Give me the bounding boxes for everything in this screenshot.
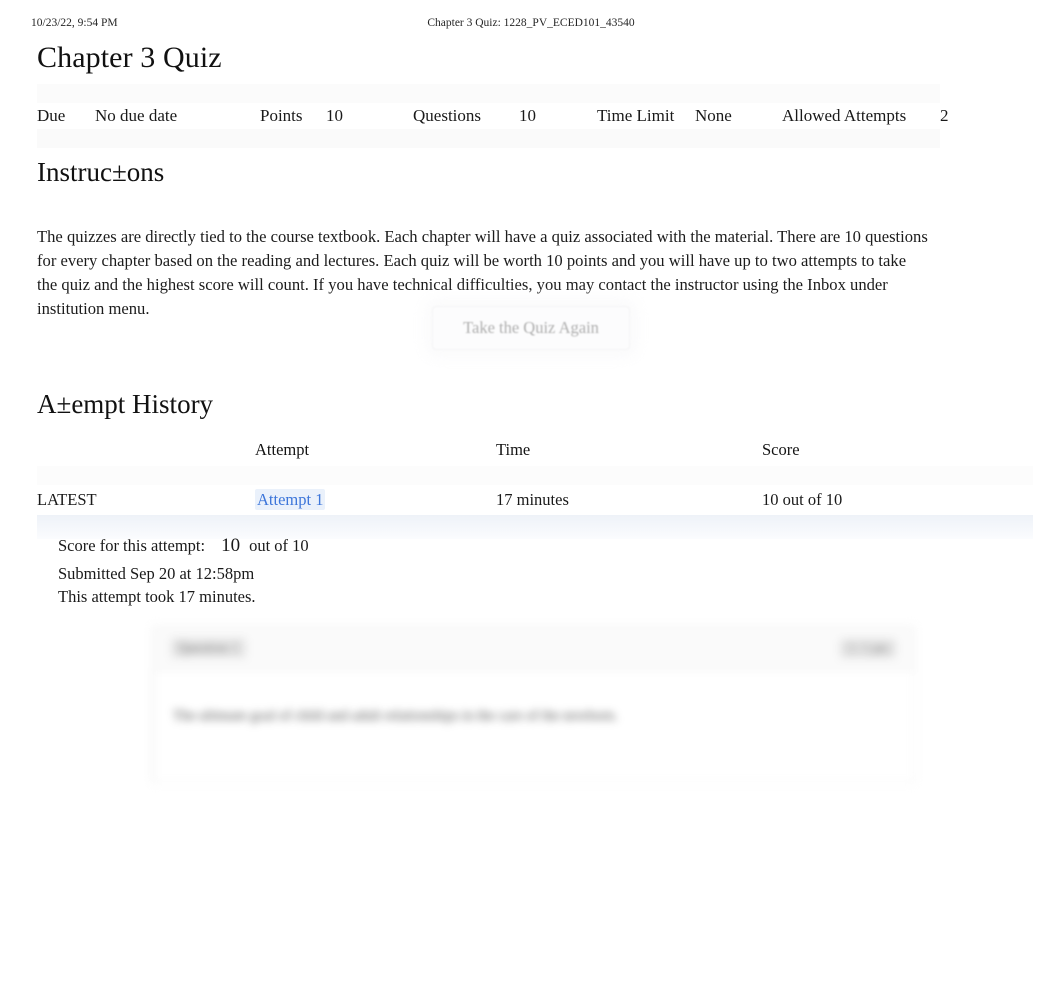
- column-header-marker: [37, 432, 255, 466]
- question-card-body: The ultimate goal of child and adult rel…: [153, 670, 914, 782]
- pad-cell: [37, 466, 1033, 485]
- attempt-time-cell: 17 minutes: [496, 490, 569, 509]
- attempt-duration: This attempt took 17 minutes.: [58, 587, 256, 606]
- attempt-history-heading: A±empt History: [37, 389, 214, 419]
- question-points-pill: 1 / 1 pts: [840, 639, 896, 658]
- meta-questions-label: Questions: [413, 106, 481, 125]
- score-label: Score for this attempt:: [58, 536, 206, 555]
- take-quiz-again-button[interactable]: Take the Quiz Again: [432, 306, 630, 350]
- column-header-time: Time: [496, 440, 531, 459]
- score-suffix: out of 10: [249, 536, 309, 555]
- attempt-history-table: Attempt Time Score LATEST Attempt 1 17 m…: [37, 432, 1033, 539]
- meta-questions-value: 10: [519, 106, 536, 125]
- column-header-score: Score: [762, 440, 800, 459]
- table-row: LATEST Attempt 1 17 minutes 10 out of 10: [37, 485, 1033, 515]
- column-header-attempt: Attempt: [255, 440, 310, 459]
- attempt-latest-marker: LATEST: [37, 490, 97, 509]
- attempt-history-header-row: Attempt Time Score: [37, 432, 1033, 466]
- meta-spacer-bottom: [37, 129, 940, 148]
- meta-time-limit-label: Time Limit: [597, 106, 675, 125]
- question-label: Question 1: [171, 638, 246, 658]
- instructions-heading: Instruc±ons: [37, 157, 165, 187]
- attempt-link-cell: Attempt 1: [255, 485, 496, 515]
- attempt-score-cell: 10 out of 10: [762, 490, 843, 509]
- question-text: The ultimate goal of child and adult rel…: [173, 708, 618, 724]
- page-title: Chapter 3 Quiz: [37, 41, 222, 74]
- question-card: Question 1 1 / 1 pts The ultimate goal o…: [152, 626, 915, 783]
- meta-time-limit-value: None: [695, 106, 732, 125]
- meta-allowed-attempts-label: Allowed Attempts: [782, 106, 907, 125]
- retake-button-container: Take the Quiz Again: [0, 306, 1062, 356]
- score-value: 10: [221, 535, 241, 556]
- question-card-header: Question 1 1 / 1 pts: [153, 627, 914, 670]
- score-summary: Score for this attempt: 10 out of 10 Submi…: [58, 534, 309, 608]
- score-line: Score for this attempt: 10 out of 10: [58, 534, 309, 557]
- question-card-divider: [153, 670, 154, 782]
- print-document-title: Chapter 3 Quiz: 1228_PV_ECED101_43540: [427, 17, 635, 29]
- attempt-history-pad-row: [37, 466, 1033, 485]
- meta-points-label: Points: [260, 106, 303, 125]
- meta-allowed-attempts-value: 2: [940, 106, 949, 125]
- meta-points-value: 10: [326, 106, 343, 125]
- meta-row: Due No due date Points 10 Questions 10 T…: [37, 103, 1033, 129]
- submitted-timestamp: Submitted Sep 20 at 12:58pm: [58, 564, 255, 583]
- attempt-1-link[interactable]: Attempt 1: [255, 489, 326, 510]
- meta-spacer-top: [37, 84, 940, 103]
- meta-due-label: Due: [37, 106, 66, 125]
- meta-due-value: No due date: [95, 106, 178, 125]
- question-points: 1 / 1 pts: [832, 639, 896, 658]
- quiz-meta-table: Due No due date Points 10 Questions 10 T…: [37, 84, 1033, 148]
- print-header: 10/23/22, 9:54 PM Chapter 3 Quiz: 1228_P…: [0, 17, 1062, 33]
